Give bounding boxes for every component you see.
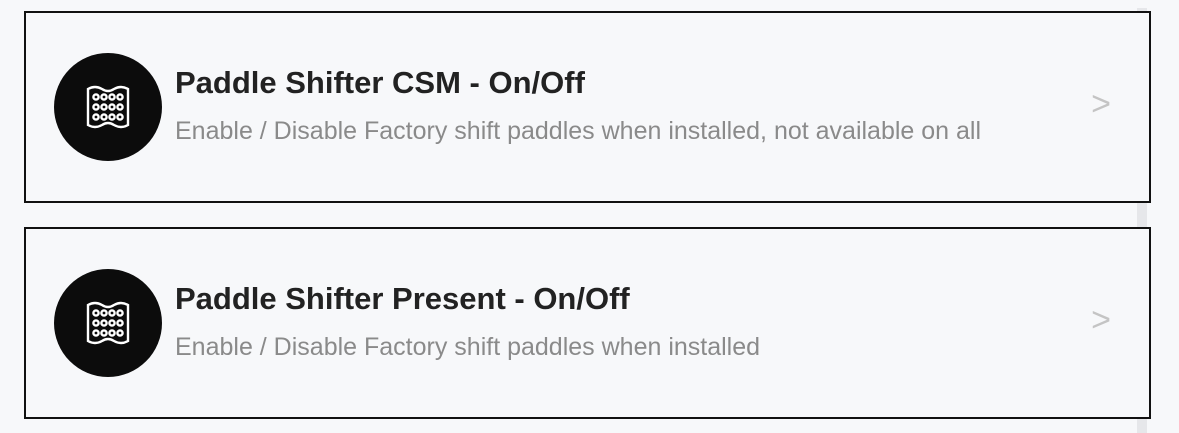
setting-description: Enable / Disable Factory shift paddles w…: [175, 117, 982, 145]
paddle-shifter-icon: [54, 269, 162, 377]
settings-list: Paddle Shifter CSM - On/Off Enable / Dis…: [0, 0, 1179, 433]
paddle-shifter-icon: [54, 53, 162, 161]
chevron-right-icon: >: [1091, 85, 1111, 123]
setting-title: Paddle Shifter CSM - On/Off: [175, 65, 585, 100]
chevron-right-icon: >: [1091, 301, 1111, 339]
setting-title: Paddle Shifter Present - On/Off: [175, 281, 630, 316]
setting-item-paddle-shifter-present[interactable]: Paddle Shifter Present - On/Off Enable /…: [24, 227, 1151, 419]
setting-item-paddle-shifter-csm[interactable]: Paddle Shifter CSM - On/Off Enable / Dis…: [24, 11, 1151, 203]
setting-description: Enable / Disable Factory shift paddles w…: [175, 333, 761, 361]
